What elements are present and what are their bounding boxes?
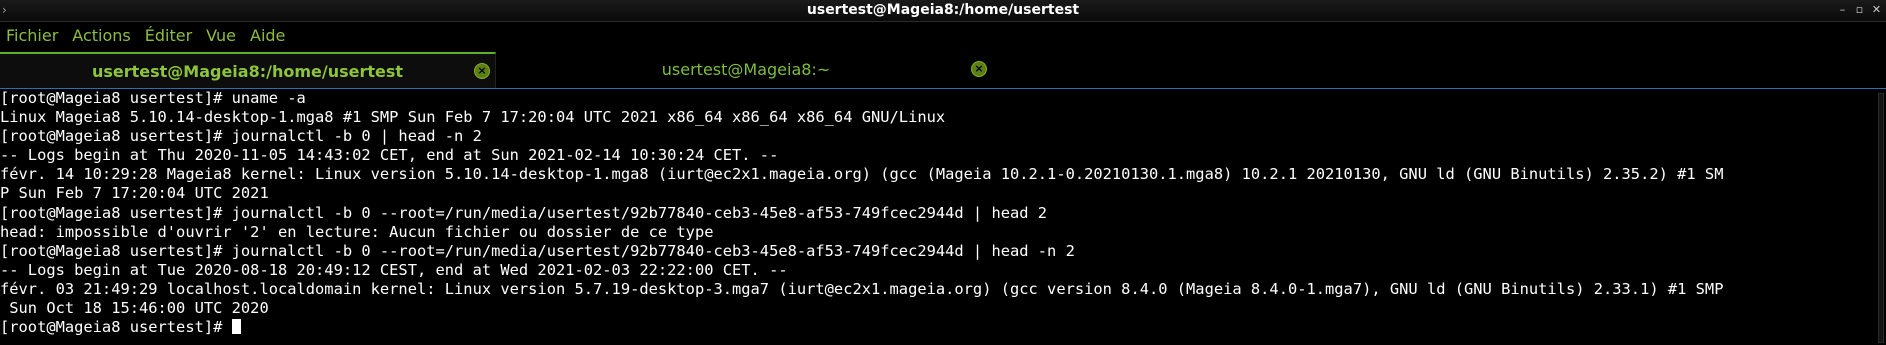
terminal-line: Sun Oct 18 15:46:00 UTC 2020 — [0, 299, 269, 318]
terminal-output[interactable]: [root@Mageia8 usertest]# uname -a Linux … — [0, 88, 1886, 345]
terminal-line: févr. 14 10:29:28 Mageia8 kernel: Linux … — [0, 165, 1724, 184]
tab-close-icon[interactable]: × — [971, 61, 987, 77]
text-cursor — [231, 319, 241, 335]
menu-editer[interactable]: Éditer — [138, 22, 199, 50]
tab-bar: usertest@Mageia8:/home/usertest × userte… — [0, 52, 1886, 88]
terminal-window: › usertest@Mageia8:/home/usertest – ▫ ✕ … — [0, 0, 1886, 345]
window-controls: – ▫ ✕ — [1837, 2, 1882, 18]
title-bar[interactable]: › usertest@Mageia8:/home/usertest – ▫ ✕ — [0, 0, 1886, 22]
window-title: usertest@Mageia8:/home/usertest — [806, 2, 1080, 18]
menu-aide[interactable]: Aide — [243, 22, 292, 50]
terminal-line: [root@Mageia8 usertest]# journalctl -b 0… — [0, 241, 1075, 260]
menu-vue[interactable]: Vue — [199, 22, 243, 50]
terminal-prompt-line[interactable]: [root@Mageia8 usertest]# — [0, 318, 1872, 337]
terminal-prompt: [root@Mageia8 usertest]# — [0, 318, 232, 337]
terminal-line: -- Logs begin at Thu 2020-11-05 14:43:02… — [0, 146, 779, 165]
minimize-icon[interactable]: – — [1837, 2, 1848, 18]
tab-home-tilde[interactable]: usertest@Mageia8:~ × — [497, 52, 995, 86]
tab-label: usertest@Mageia8:~ — [661, 59, 831, 79]
menu-actions[interactable]: Actions — [65, 22, 137, 50]
scrollbar-thumb[interactable] — [1878, 93, 1884, 343]
scrollbar[interactable] — [1878, 93, 1884, 343]
terminal-line: Linux Mageia8 5.10.14-desktop-1.mga8 #1 … — [0, 108, 946, 127]
terminal-line: P Sun Feb 7 17:20:04 UTC 2021 — [0, 184, 269, 203]
terminal-line: [root@Mageia8 usertest]# journalctl -b 0… — [0, 127, 482, 146]
menu-bar: Fichier Actions Éditer Vue Aide — [0, 22, 1886, 50]
tab-home-usertest[interactable]: usertest@Mageia8:/home/usertest × — [0, 52, 496, 88]
terminal-line: [root@Mageia8 usertest]# journalctl -b 0… — [0, 203, 1048, 222]
terminal-line: head: impossible d'ouvrir '2' en lecture… — [0, 222, 714, 241]
menu-fichier[interactable]: Fichier — [0, 22, 65, 50]
terminal-line: [root@Mageia8 usertest]# uname -a — [0, 89, 306, 107]
tab-close-icon[interactable]: × — [474, 63, 490, 79]
terminal-lines: [root@Mageia8 usertest]# uname -a Linux … — [0, 89, 1872, 337]
terminal-line: -- Logs begin at Tue 2020-08-18 20:49:12… — [0, 260, 788, 279]
maximize-icon[interactable]: ▫ — [1854, 2, 1865, 18]
close-icon[interactable]: ✕ — [1871, 2, 1882, 18]
terminal-line: févr. 03 21:49:29 localhost.localdomain … — [0, 279, 1724, 298]
tab-label: usertest@Mageia8:/home/usertest — [91, 61, 404, 81]
